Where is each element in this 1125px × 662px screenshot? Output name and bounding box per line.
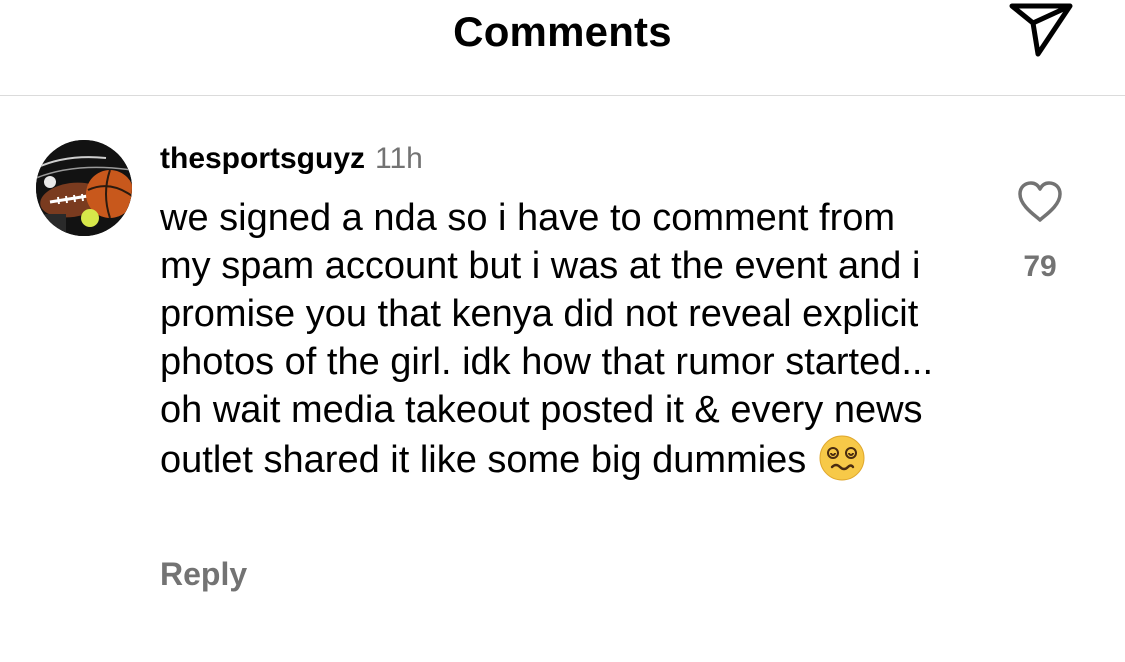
like-count: 79 — [1023, 250, 1057, 283]
sports-balls-avatar-icon — [36, 140, 132, 236]
avatar[interactable] — [36, 140, 132, 236]
comments-header: Comments — [0, 0, 1125, 96]
username-link[interactable]: thesportsguyz — [160, 142, 365, 175]
timestamp: 11h — [375, 142, 423, 175]
comment-body: we signed a nda so i have to comment fro… — [160, 197, 934, 481]
reply-button[interactable]: Reply — [160, 556, 247, 593]
comment-meta: thesportsguyz 11h — [160, 140, 960, 180]
comment-text: we signed a nda so i have to comment fro… — [160, 194, 940, 484]
heart-icon[interactable] — [1016, 180, 1064, 224]
like-section: 79 — [1000, 180, 1080, 284]
send-icon[interactable] — [1004, 0, 1076, 60]
comment-block: thesportsguyz 11h we signed a nda so i ha… — [160, 140, 960, 484]
dizzy-face-emoji-icon — [819, 435, 865, 481]
page-title: Comments — [453, 8, 672, 55]
